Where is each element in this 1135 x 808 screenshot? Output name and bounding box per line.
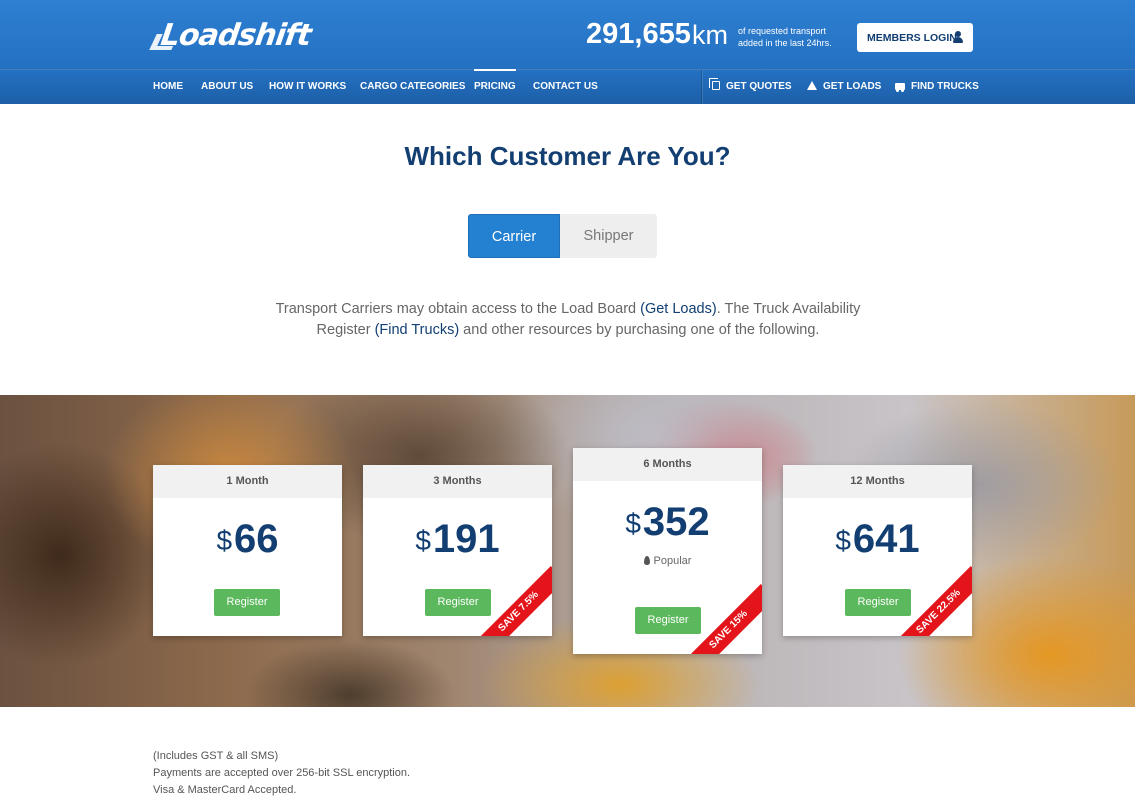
page-title: Which Customer Are You? <box>404 141 731 171</box>
currency-symbol: $ <box>415 525 431 556</box>
nav-item-contact-us[interactable]: CONTACT US <box>533 70 598 104</box>
register-button[interactable]: Register <box>635 607 701 634</box>
find-trucks-label: FIND TRUCKS <box>911 81 979 92</box>
intro-text: Transport Carriers may obtain access to … <box>262 299 874 341</box>
flame-icon <box>643 556 650 565</box>
find-trucks-inline-link[interactable]: (Find Trucks) <box>375 322 460 338</box>
user-icon <box>953 31 963 43</box>
nav-item-about-us[interactable]: ABOUT US <box>201 70 253 104</box>
members-login-label: MEMBERS LOGIN <box>867 31 957 44</box>
site-header: Loadshift 291,655 km of requested transp… <box>0 0 1135 104</box>
main-nav: HOME ABOUT US HOW IT WORKS CARGO CATEGOR… <box>0 69 1135 104</box>
nav-item-home[interactable]: HOME <box>153 70 183 104</box>
currency-symbol: $ <box>216 525 233 556</box>
plan-price: $641 <box>783 517 972 562</box>
get-quotes-link[interactable]: GET QUOTES <box>709 70 792 104</box>
plan-card-6-months: 6 Months $352 Popular Register SAVE 15% <box>573 448 762 654</box>
top-bar: Loadshift 291,655 km of requested transp… <box>0 0 1135 68</box>
nav-divider <box>701 70 702 104</box>
find-trucks-link[interactable]: FIND TRUCKS <box>895 70 979 104</box>
nav-item-cargo-categories[interactable]: CARGO CATEGORIES <box>360 70 465 104</box>
customer-type-tabs: Carrier Shipper <box>468 214 657 258</box>
counter-unit: km <box>692 20 728 50</box>
get-loads-inline-link[interactable]: (Get Loads) <box>640 301 717 317</box>
register-button[interactable]: Register <box>425 589 491 616</box>
price-amount: 352 <box>642 500 710 544</box>
intro-part-3: and other resources by purchasing one of… <box>459 322 820 338</box>
members-login-button[interactable]: MEMBERS LOGIN <box>857 23 973 52</box>
nav-item-pricing[interactable]: PRICING <box>474 69 516 104</box>
note-cards: Visa & MasterCard Accepted. <box>153 784 297 796</box>
counter-description-line1: of requested transport <box>738 26 827 36</box>
counter-description-line2: added in the last 24hrs. <box>738 38 832 48</box>
payment-notes: (Includes GST & all SMS) Payments are ac… <box>153 748 410 799</box>
register-button[interactable]: Register <box>214 589 280 616</box>
currency-symbol: $ <box>625 508 641 539</box>
quotes-icon <box>709 78 720 90</box>
plan-card-12-months: 12 Months $641 Register SAVE 22.5% <box>783 465 972 636</box>
plan-price: $191 <box>363 517 552 562</box>
price-amount: 191 <box>432 517 500 561</box>
register-button[interactable]: Register <box>845 589 911 616</box>
price-amount: 641 <box>852 517 920 561</box>
popular-label: Popular <box>653 555 692 567</box>
plan-price: $352 <box>573 500 762 545</box>
plan-price: $66 <box>153 517 342 562</box>
nav-item-how-it-works[interactable]: HOW IT WORKS <box>269 70 346 104</box>
plan-name: 3 Months <box>363 465 552 498</box>
get-quotes-label: GET QUOTES <box>726 81 792 92</box>
plan-name: 12 Months <box>783 465 972 498</box>
tab-carrier[interactable]: Carrier <box>468 214 560 258</box>
plan-name: 1 Month <box>153 465 342 498</box>
counter-description: of requested transport added in the last… <box>738 25 848 49</box>
plan-card-3-months: 3 Months $191 Register SAVE 7.5% <box>363 465 552 636</box>
currency-symbol: $ <box>835 525 851 556</box>
truck-icon <box>895 83 905 92</box>
note-ssl: Payments are accepted over 256-bit SSL e… <box>153 767 411 779</box>
plan-card-1-month: 1 Month $66 Register <box>153 465 342 636</box>
counter-value: 291,655 <box>586 18 691 50</box>
get-loads-label: GET LOADS <box>823 81 882 92</box>
get-loads-link[interactable]: GET LOADS <box>807 70 881 104</box>
road-icon <box>807 81 817 90</box>
pricing-section: 1 Month $66 Register 3 Months $191 Regis… <box>0 395 1135 707</box>
popular-badge: Popular <box>573 555 762 567</box>
logo-text: Loadshift <box>158 18 313 53</box>
intro-part-1: Transport Carriers may obtain access to … <box>275 301 641 317</box>
note-gst: (Includes GST & all SMS) <box>153 750 279 762</box>
price-amount: 66 <box>234 517 279 561</box>
tab-shipper[interactable]: Shipper <box>560 214 657 258</box>
loadshift-logo[interactable]: Loadshift <box>149 18 363 53</box>
plan-name: 6 Months <box>573 448 762 481</box>
